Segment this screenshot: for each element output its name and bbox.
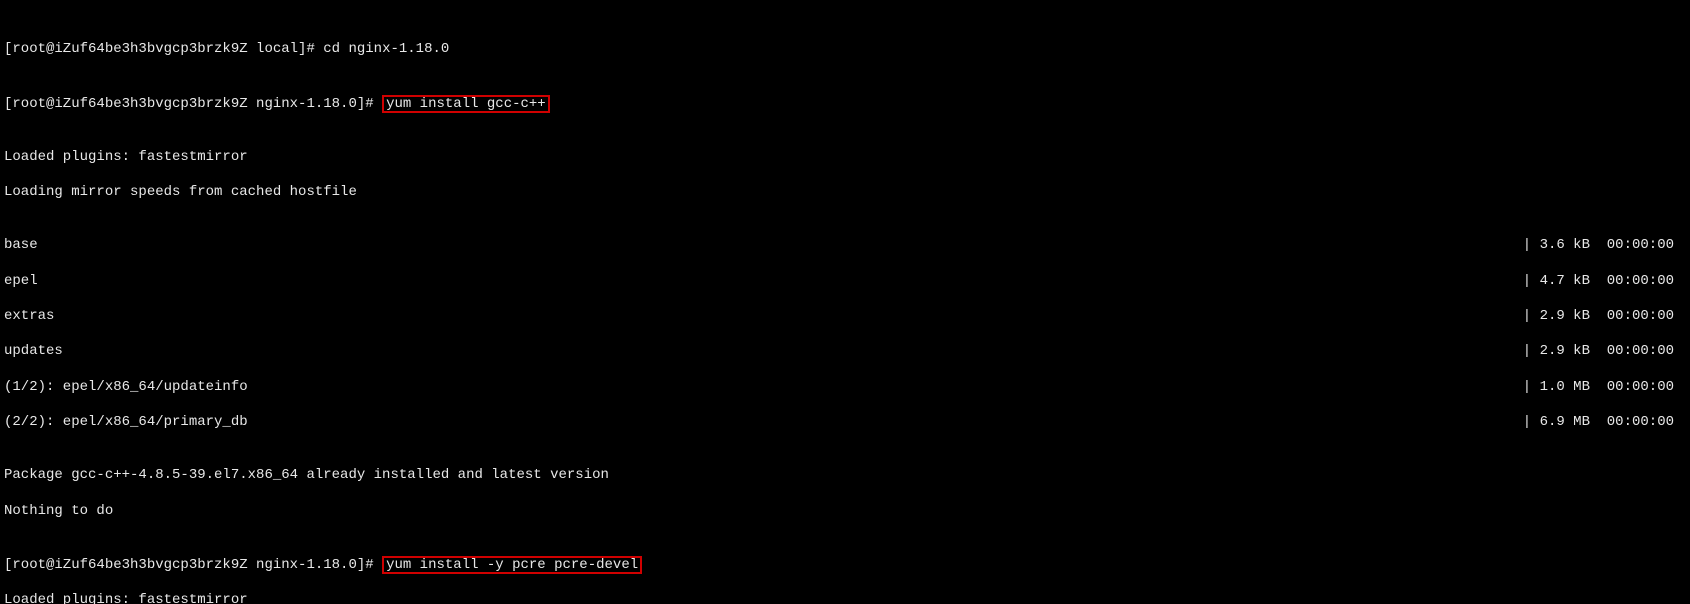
cwd: nginx-1.18.0]# [256,96,382,112]
repo-epel-size: | 4.7 kB 00:00:00 [1523,273,1686,291]
command-yum-gcc: yum install gcc-c++ [382,95,550,113]
repo-updates: updates [4,343,63,361]
prompt: [root@iZuf64be3h3bvgcp3brzk9Z [4,96,256,112]
cwd: nginx-1.18.0]# [256,557,382,573]
repo-base-size: | 3.6 kB 00:00:00 [1523,237,1686,255]
download-1: (1/2): epel/x86_64/updateinfo [4,379,248,397]
output-line: Loaded plugins: fastestmirror [4,592,248,604]
repo-updates-size: | 2.9 kB 00:00:00 [1523,343,1686,361]
download-2-size: | 6.9 MB 00:00:00 [1523,414,1686,432]
download-2: (2/2): epel/x86_64/primary_db [4,414,248,432]
prompt: [root@iZuf64be3h3bvgcp3brzk9Z [4,557,256,573]
output-line: Loaded plugins: fastestmirror [4,149,248,167]
nothing-to-do: Nothing to do [4,503,113,521]
terminal-output[interactable]: [root@iZuf64be3h3bvgcp3brzk9Z local]# cd… [0,0,1690,604]
command-yum-pcre: yum install -y pcre pcre-devel [382,556,642,574]
prompt: [root@iZuf64be3h3bvgcp3brzk9Z [4,41,256,57]
output-line: Loading mirror speeds from cached hostfi… [4,184,357,202]
repo-base: base [4,237,38,255]
repo-epel: epel [4,273,38,291]
download-1-size: | 1.0 MB 00:00:00 [1523,379,1686,397]
repo-extras-size: | 2.9 kB 00:00:00 [1523,308,1686,326]
repo-extras: extras [4,308,54,326]
cwd: local]# [256,41,323,57]
command-cd: cd nginx-1.18.0 [323,41,449,57]
pkg-gcc: Package gcc-c++-4.8.5-39.el7.x86_64 alre… [4,467,609,485]
